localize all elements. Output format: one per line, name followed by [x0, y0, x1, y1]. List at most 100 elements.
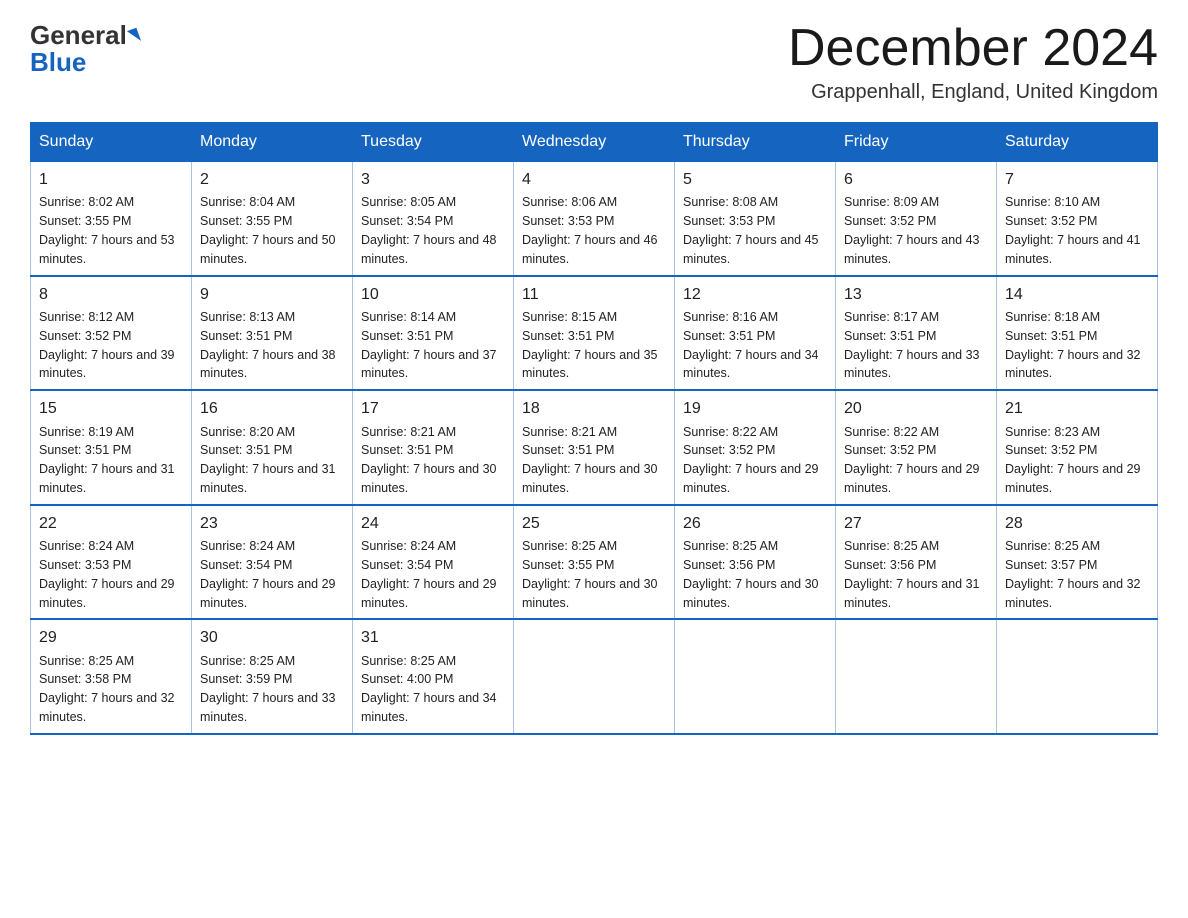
day-info: Sunrise: 8:24 AMSunset: 3:54 PMDaylight:…	[361, 539, 497, 610]
calendar-cell: 8 Sunrise: 8:12 AMSunset: 3:52 PMDayligh…	[31, 276, 192, 391]
calendar-cell: 26 Sunrise: 8:25 AMSunset: 3:56 PMDaylig…	[675, 505, 836, 620]
day-number: 22	[39, 512, 183, 535]
day-number: 2	[200, 168, 344, 191]
day-info: Sunrise: 8:16 AMSunset: 3:51 PMDaylight:…	[683, 310, 819, 381]
col-friday: Friday	[836, 123, 997, 162]
day-info: Sunrise: 8:21 AMSunset: 3:51 PMDaylight:…	[361, 425, 497, 496]
day-info: Sunrise: 8:13 AMSunset: 3:51 PMDaylight:…	[200, 310, 336, 381]
week-row-5: 29 Sunrise: 8:25 AMSunset: 3:58 PMDaylig…	[31, 619, 1158, 734]
calendar-cell: 17 Sunrise: 8:21 AMSunset: 3:51 PMDaylig…	[353, 390, 514, 505]
calendar-cell: 23 Sunrise: 8:24 AMSunset: 3:54 PMDaylig…	[192, 505, 353, 620]
day-number: 17	[361, 397, 505, 420]
day-number: 24	[361, 512, 505, 535]
day-number: 11	[522, 283, 666, 306]
calendar-cell: 2 Sunrise: 8:04 AMSunset: 3:55 PMDayligh…	[192, 162, 353, 276]
day-info: Sunrise: 8:22 AMSunset: 3:52 PMDaylight:…	[683, 425, 819, 496]
day-number: 13	[844, 283, 988, 306]
week-row-2: 8 Sunrise: 8:12 AMSunset: 3:52 PMDayligh…	[31, 276, 1158, 391]
calendar-cell: 16 Sunrise: 8:20 AMSunset: 3:51 PMDaylig…	[192, 390, 353, 505]
day-number: 3	[361, 168, 505, 191]
calendar-cell: 24 Sunrise: 8:24 AMSunset: 3:54 PMDaylig…	[353, 505, 514, 620]
day-number: 7	[1005, 168, 1149, 191]
week-row-3: 15 Sunrise: 8:19 AMSunset: 3:51 PMDaylig…	[31, 390, 1158, 505]
day-number: 14	[1005, 283, 1149, 306]
col-monday: Monday	[192, 123, 353, 162]
col-saturday: Saturday	[997, 123, 1158, 162]
day-info: Sunrise: 8:04 AMSunset: 3:55 PMDaylight:…	[200, 195, 336, 266]
col-tuesday: Tuesday	[353, 123, 514, 162]
week-row-4: 22 Sunrise: 8:24 AMSunset: 3:53 PMDaylig…	[31, 505, 1158, 620]
col-sunday: Sunday	[31, 123, 192, 162]
day-number: 12	[683, 283, 827, 306]
calendar-cell	[836, 619, 997, 734]
week-row-1: 1 Sunrise: 8:02 AMSunset: 3:55 PMDayligh…	[31, 162, 1158, 276]
day-number: 23	[200, 512, 344, 535]
day-info: Sunrise: 8:10 AMSunset: 3:52 PMDaylight:…	[1005, 195, 1141, 266]
day-number: 31	[361, 626, 505, 649]
day-info: Sunrise: 8:19 AMSunset: 3:51 PMDaylight:…	[39, 425, 175, 496]
calendar-cell: 19 Sunrise: 8:22 AMSunset: 3:52 PMDaylig…	[675, 390, 836, 505]
calendar-cell: 20 Sunrise: 8:22 AMSunset: 3:52 PMDaylig…	[836, 390, 997, 505]
day-number: 30	[200, 626, 344, 649]
day-number: 8	[39, 283, 183, 306]
day-number: 15	[39, 397, 183, 420]
calendar-cell: 13 Sunrise: 8:17 AMSunset: 3:51 PMDaylig…	[836, 276, 997, 391]
calendar-cell: 21 Sunrise: 8:23 AMSunset: 3:52 PMDaylig…	[997, 390, 1158, 505]
day-info: Sunrise: 8:05 AMSunset: 3:54 PMDaylight:…	[361, 195, 497, 266]
calendar-cell	[997, 619, 1158, 734]
day-number: 21	[1005, 397, 1149, 420]
calendar-cell: 31 Sunrise: 8:25 AMSunset: 4:00 PMDaylig…	[353, 619, 514, 734]
calendar-cell: 12 Sunrise: 8:16 AMSunset: 3:51 PMDaylig…	[675, 276, 836, 391]
col-wednesday: Wednesday	[514, 123, 675, 162]
day-info: Sunrise: 8:08 AMSunset: 3:53 PMDaylight:…	[683, 195, 819, 266]
calendar-cell: 30 Sunrise: 8:25 AMSunset: 3:59 PMDaylig…	[192, 619, 353, 734]
day-info: Sunrise: 8:02 AMSunset: 3:55 PMDaylight:…	[39, 195, 175, 266]
calendar-cell: 25 Sunrise: 8:25 AMSunset: 3:55 PMDaylig…	[514, 505, 675, 620]
day-number: 26	[683, 512, 827, 535]
day-number: 1	[39, 168, 183, 191]
calendar-cell: 3 Sunrise: 8:05 AMSunset: 3:54 PMDayligh…	[353, 162, 514, 276]
title-block: December 2024 Grappenhall, England, Unit…	[788, 20, 1158, 104]
day-info: Sunrise: 8:23 AMSunset: 3:52 PMDaylight:…	[1005, 425, 1141, 496]
day-number: 25	[522, 512, 666, 535]
day-info: Sunrise: 8:25 AMSunset: 3:56 PMDaylight:…	[683, 539, 819, 610]
day-info: Sunrise: 8:25 AMSunset: 3:55 PMDaylight:…	[522, 539, 658, 610]
day-number: 27	[844, 512, 988, 535]
day-number: 18	[522, 397, 666, 420]
calendar-cell: 5 Sunrise: 8:08 AMSunset: 3:53 PMDayligh…	[675, 162, 836, 276]
day-number: 20	[844, 397, 988, 420]
day-info: Sunrise: 8:18 AMSunset: 3:51 PMDaylight:…	[1005, 310, 1141, 381]
day-number: 4	[522, 168, 666, 191]
day-info: Sunrise: 8:24 AMSunset: 3:54 PMDaylight:…	[200, 539, 336, 610]
day-number: 6	[844, 168, 988, 191]
day-info: Sunrise: 8:24 AMSunset: 3:53 PMDaylight:…	[39, 539, 175, 610]
month-title: December 2024	[788, 20, 1158, 77]
calendar-cell: 28 Sunrise: 8:25 AMSunset: 3:57 PMDaylig…	[997, 505, 1158, 620]
day-info: Sunrise: 8:25 AMSunset: 3:59 PMDaylight:…	[200, 654, 336, 725]
logo: General Blue	[30, 20, 139, 78]
day-info: Sunrise: 8:17 AMSunset: 3:51 PMDaylight:…	[844, 310, 980, 381]
day-info: Sunrise: 8:25 AMSunset: 3:58 PMDaylight:…	[39, 654, 175, 725]
calendar-table: Sunday Monday Tuesday Wednesday Thursday…	[30, 122, 1158, 735]
calendar-cell	[514, 619, 675, 734]
logo-blue: Blue	[30, 47, 86, 78]
calendar-cell: 22 Sunrise: 8:24 AMSunset: 3:53 PMDaylig…	[31, 505, 192, 620]
col-thursday: Thursday	[675, 123, 836, 162]
day-info: Sunrise: 8:25 AMSunset: 3:57 PMDaylight:…	[1005, 539, 1141, 610]
calendar-cell: 9 Sunrise: 8:13 AMSunset: 3:51 PMDayligh…	[192, 276, 353, 391]
calendar-header-row: Sunday Monday Tuesday Wednesday Thursday…	[31, 123, 1158, 162]
day-number: 16	[200, 397, 344, 420]
calendar-cell: 1 Sunrise: 8:02 AMSunset: 3:55 PMDayligh…	[31, 162, 192, 276]
day-info: Sunrise: 8:25 AMSunset: 3:56 PMDaylight:…	[844, 539, 980, 610]
day-info: Sunrise: 8:09 AMSunset: 3:52 PMDaylight:…	[844, 195, 980, 266]
day-number: 19	[683, 397, 827, 420]
day-info: Sunrise: 8:20 AMSunset: 3:51 PMDaylight:…	[200, 425, 336, 496]
calendar-cell: 11 Sunrise: 8:15 AMSunset: 3:51 PMDaylig…	[514, 276, 675, 391]
day-info: Sunrise: 8:25 AMSunset: 4:00 PMDaylight:…	[361, 654, 497, 725]
page-header: General Blue December 2024 Grappenhall, …	[30, 20, 1158, 104]
calendar-cell: 4 Sunrise: 8:06 AMSunset: 3:53 PMDayligh…	[514, 162, 675, 276]
day-info: Sunrise: 8:12 AMSunset: 3:52 PMDaylight:…	[39, 310, 175, 381]
day-number: 29	[39, 626, 183, 649]
day-info: Sunrise: 8:06 AMSunset: 3:53 PMDaylight:…	[522, 195, 658, 266]
day-number: 9	[200, 283, 344, 306]
